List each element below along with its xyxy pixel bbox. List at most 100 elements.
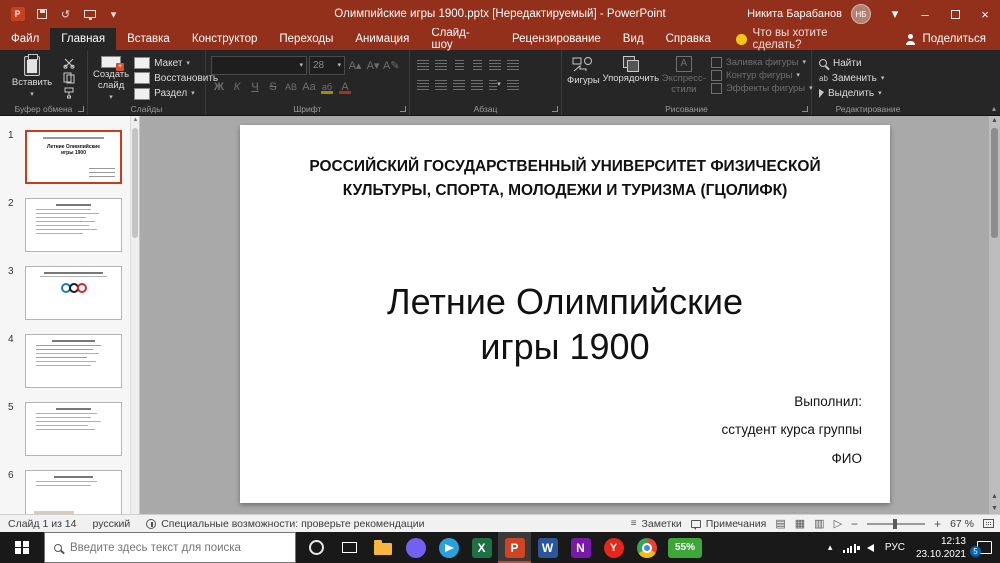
shapes-button[interactable]: Фигуры	[567, 54, 600, 101]
powerpoint-button[interactable]: P	[498, 532, 531, 563]
strikethrough-button[interactable]: S	[265, 78, 281, 95]
network-icon[interactable]	[843, 543, 856, 553]
tab-animations[interactable]: Анимация	[344, 28, 420, 50]
previous-slide-icon[interactable]: ▲	[991, 493, 998, 500]
font-size-combo[interactable]: ▾	[309, 56, 345, 75]
search-input[interactable]	[70, 542, 286, 554]
action-center-icon[interactable]: 5	[977, 541, 992, 554]
paragraph-dialog-launcher-icon[interactable]	[552, 106, 558, 112]
slide-thumbnail-1[interactable]: Летние Олимпийские игры 1900	[25, 130, 122, 184]
battery-widget[interactable]: 55%	[668, 538, 702, 558]
columns-button[interactable]: ▾	[487, 76, 503, 93]
slide-thumbnail-4[interactable]	[25, 334, 122, 388]
slide-canvas[interactable]: РОССИЙСКИЙ ГОСУДАРСТВЕННЫЙ УНИВЕРСИТЕТ Ф…	[140, 116, 1000, 514]
find-button[interactable]: Найти	[817, 56, 886, 70]
clock[interactable]: 12:13 23.10.2021	[916, 535, 966, 561]
arrange-button[interactable]: Упорядочить	[603, 54, 659, 101]
smartart-convert-button[interactable]	[505, 76, 521, 93]
save-icon[interactable]	[34, 7, 49, 22]
tell-me-box[interactable]: Что вы хотите сделать?	[722, 28, 892, 50]
start-button[interactable]	[0, 532, 44, 563]
volume-icon[interactable]	[867, 544, 874, 552]
slide-counter[interactable]: Слайд 1 из 14	[8, 518, 77, 530]
avatar[interactable]: НБ	[851, 4, 871, 24]
scrollbar-thumb[interactable]	[991, 128, 998, 238]
discord-button[interactable]	[399, 532, 432, 563]
clear-formatting-button[interactable]: A✎	[383, 57, 400, 74]
shape-outline-button[interactable]: Контур фигуры▾	[711, 70, 813, 81]
slide-thumbnail-6[interactable]	[25, 470, 122, 514]
notes-toggle[interactable]: ≡Заметки	[631, 518, 682, 530]
cortana-button[interactable]	[300, 532, 333, 563]
excel-button[interactable]: X	[465, 532, 498, 563]
cut-icon[interactable]	[62, 56, 76, 70]
slide-title-text[interactable]: Летние Олимпийские игры 1900	[240, 279, 890, 369]
file-explorer-button[interactable]	[366, 532, 399, 563]
next-slide-icon[interactable]: ▼	[991, 505, 998, 512]
share-button[interactable]: Поделиться	[891, 28, 1000, 50]
zoom-out-button[interactable]: −	[851, 517, 858, 531]
paste-dropdown-icon[interactable]: ▾	[30, 91, 34, 98]
zoom-slider[interactable]	[867, 523, 925, 525]
language-indicator[interactable]: русский	[93, 518, 131, 530]
customize-qat-icon[interactable]: ▾	[106, 7, 121, 22]
accessibility-checker[interactable]: Специальные возможности: проверьте реком…	[146, 518, 424, 530]
tab-file[interactable]: Файл	[0, 28, 50, 50]
scroll-up-icon[interactable]: ▲	[131, 117, 140, 123]
fit-to-window-icon[interactable]	[983, 519, 994, 528]
paste-button[interactable]: Вставить ▾	[5, 54, 59, 101]
word-button[interactable]: W	[531, 532, 564, 563]
font-dialog-launcher-icon[interactable]	[400, 106, 406, 112]
canvas-scrollbar[interactable]: ▲ ▲ ▼	[989, 116, 1000, 514]
scroll-up-icon[interactable]: ▲	[989, 117, 1000, 124]
quick-styles-button[interactable]: A Экспресс-стили	[662, 54, 706, 101]
restore-button[interactable]	[940, 0, 970, 28]
shape-effects-button[interactable]: Эффекты фигуры▾	[711, 83, 813, 94]
language-switcher[interactable]: РУС	[885, 542, 905, 553]
tab-slideshow[interactable]: Слайд-шоу	[420, 28, 501, 50]
format-painter-icon[interactable]	[62, 86, 76, 100]
bold-button[interactable]: Ж	[211, 78, 227, 95]
align-left-button[interactable]	[415, 76, 431, 93]
copy-icon[interactable]	[62, 71, 76, 85]
justify-button[interactable]	[469, 76, 485, 93]
collapse-ribbon-icon[interactable]: ▴	[992, 104, 996, 113]
font-name-combo[interactable]: ▾	[211, 56, 307, 75]
slide-thumbnail-5[interactable]	[25, 402, 122, 456]
font-size-input[interactable]	[313, 60, 337, 71]
scrollbar-thumb[interactable]	[132, 128, 138, 238]
tab-insert[interactable]: Вставка	[116, 28, 181, 50]
bullets-button[interactable]	[415, 56, 431, 73]
slide-thumbnail-3[interactable]	[25, 266, 122, 320]
task-view-button[interactable]	[333, 532, 366, 563]
tab-review[interactable]: Рецензирование	[501, 28, 612, 50]
align-center-button[interactable]	[433, 76, 449, 93]
shrink-font-button[interactable]: A▾	[365, 57, 381, 74]
tab-design[interactable]: Конструктор	[181, 28, 269, 50]
slide-sorter-view-icon[interactable]: ▦	[795, 517, 805, 530]
line-spacing-button[interactable]	[505, 56, 521, 73]
zoom-in-button[interactable]: +	[934, 517, 941, 531]
new-slide-button[interactable]: + Создать слайд ▾	[93, 54, 129, 101]
zoom-slider-thumb[interactable]	[893, 519, 897, 529]
chrome-button[interactable]	[630, 532, 663, 563]
undo-icon[interactable]: ↺	[58, 7, 73, 22]
minimize-button[interactable]: –	[910, 0, 940, 28]
reading-view-icon[interactable]: ▥	[814, 517, 824, 530]
powerpoint-logo-icon[interactable]: P	[10, 7, 25, 22]
current-slide[interactable]: РОССИЙСКИЙ ГОСУДАРСТВЕННЫЙ УНИВЕРСИТЕТ Ф…	[240, 125, 890, 503]
character-spacing-button[interactable]: АВ	[283, 78, 299, 95]
telegram-button[interactable]	[432, 532, 465, 563]
zoom-level[interactable]: 67 %	[950, 518, 974, 530]
clipboard-dialog-launcher-icon[interactable]	[78, 106, 84, 112]
grow-font-button[interactable]: A▴	[347, 57, 363, 74]
slideshow-from-start-icon[interactable]	[82, 7, 97, 22]
tab-home[interactable]: Главная	[50, 28, 116, 50]
normal-view-icon[interactable]: ▤	[775, 517, 785, 530]
slide-byline-text[interactable]: Выполнил: сстудент курса группы ФИО	[722, 388, 862, 473]
tab-transitions[interactable]: Переходы	[268, 28, 344, 50]
slide-header-text[interactable]: РОССИЙСКИЙ ГОСУДАРСТВЕННЫЙ УНИВЕРСИТЕТ Ф…	[285, 155, 845, 203]
indent-decrease-button[interactable]	[451, 56, 467, 73]
tray-expand-icon[interactable]: ▴	[828, 542, 833, 553]
replace-button[interactable]: abЗаменить▾	[817, 71, 886, 85]
